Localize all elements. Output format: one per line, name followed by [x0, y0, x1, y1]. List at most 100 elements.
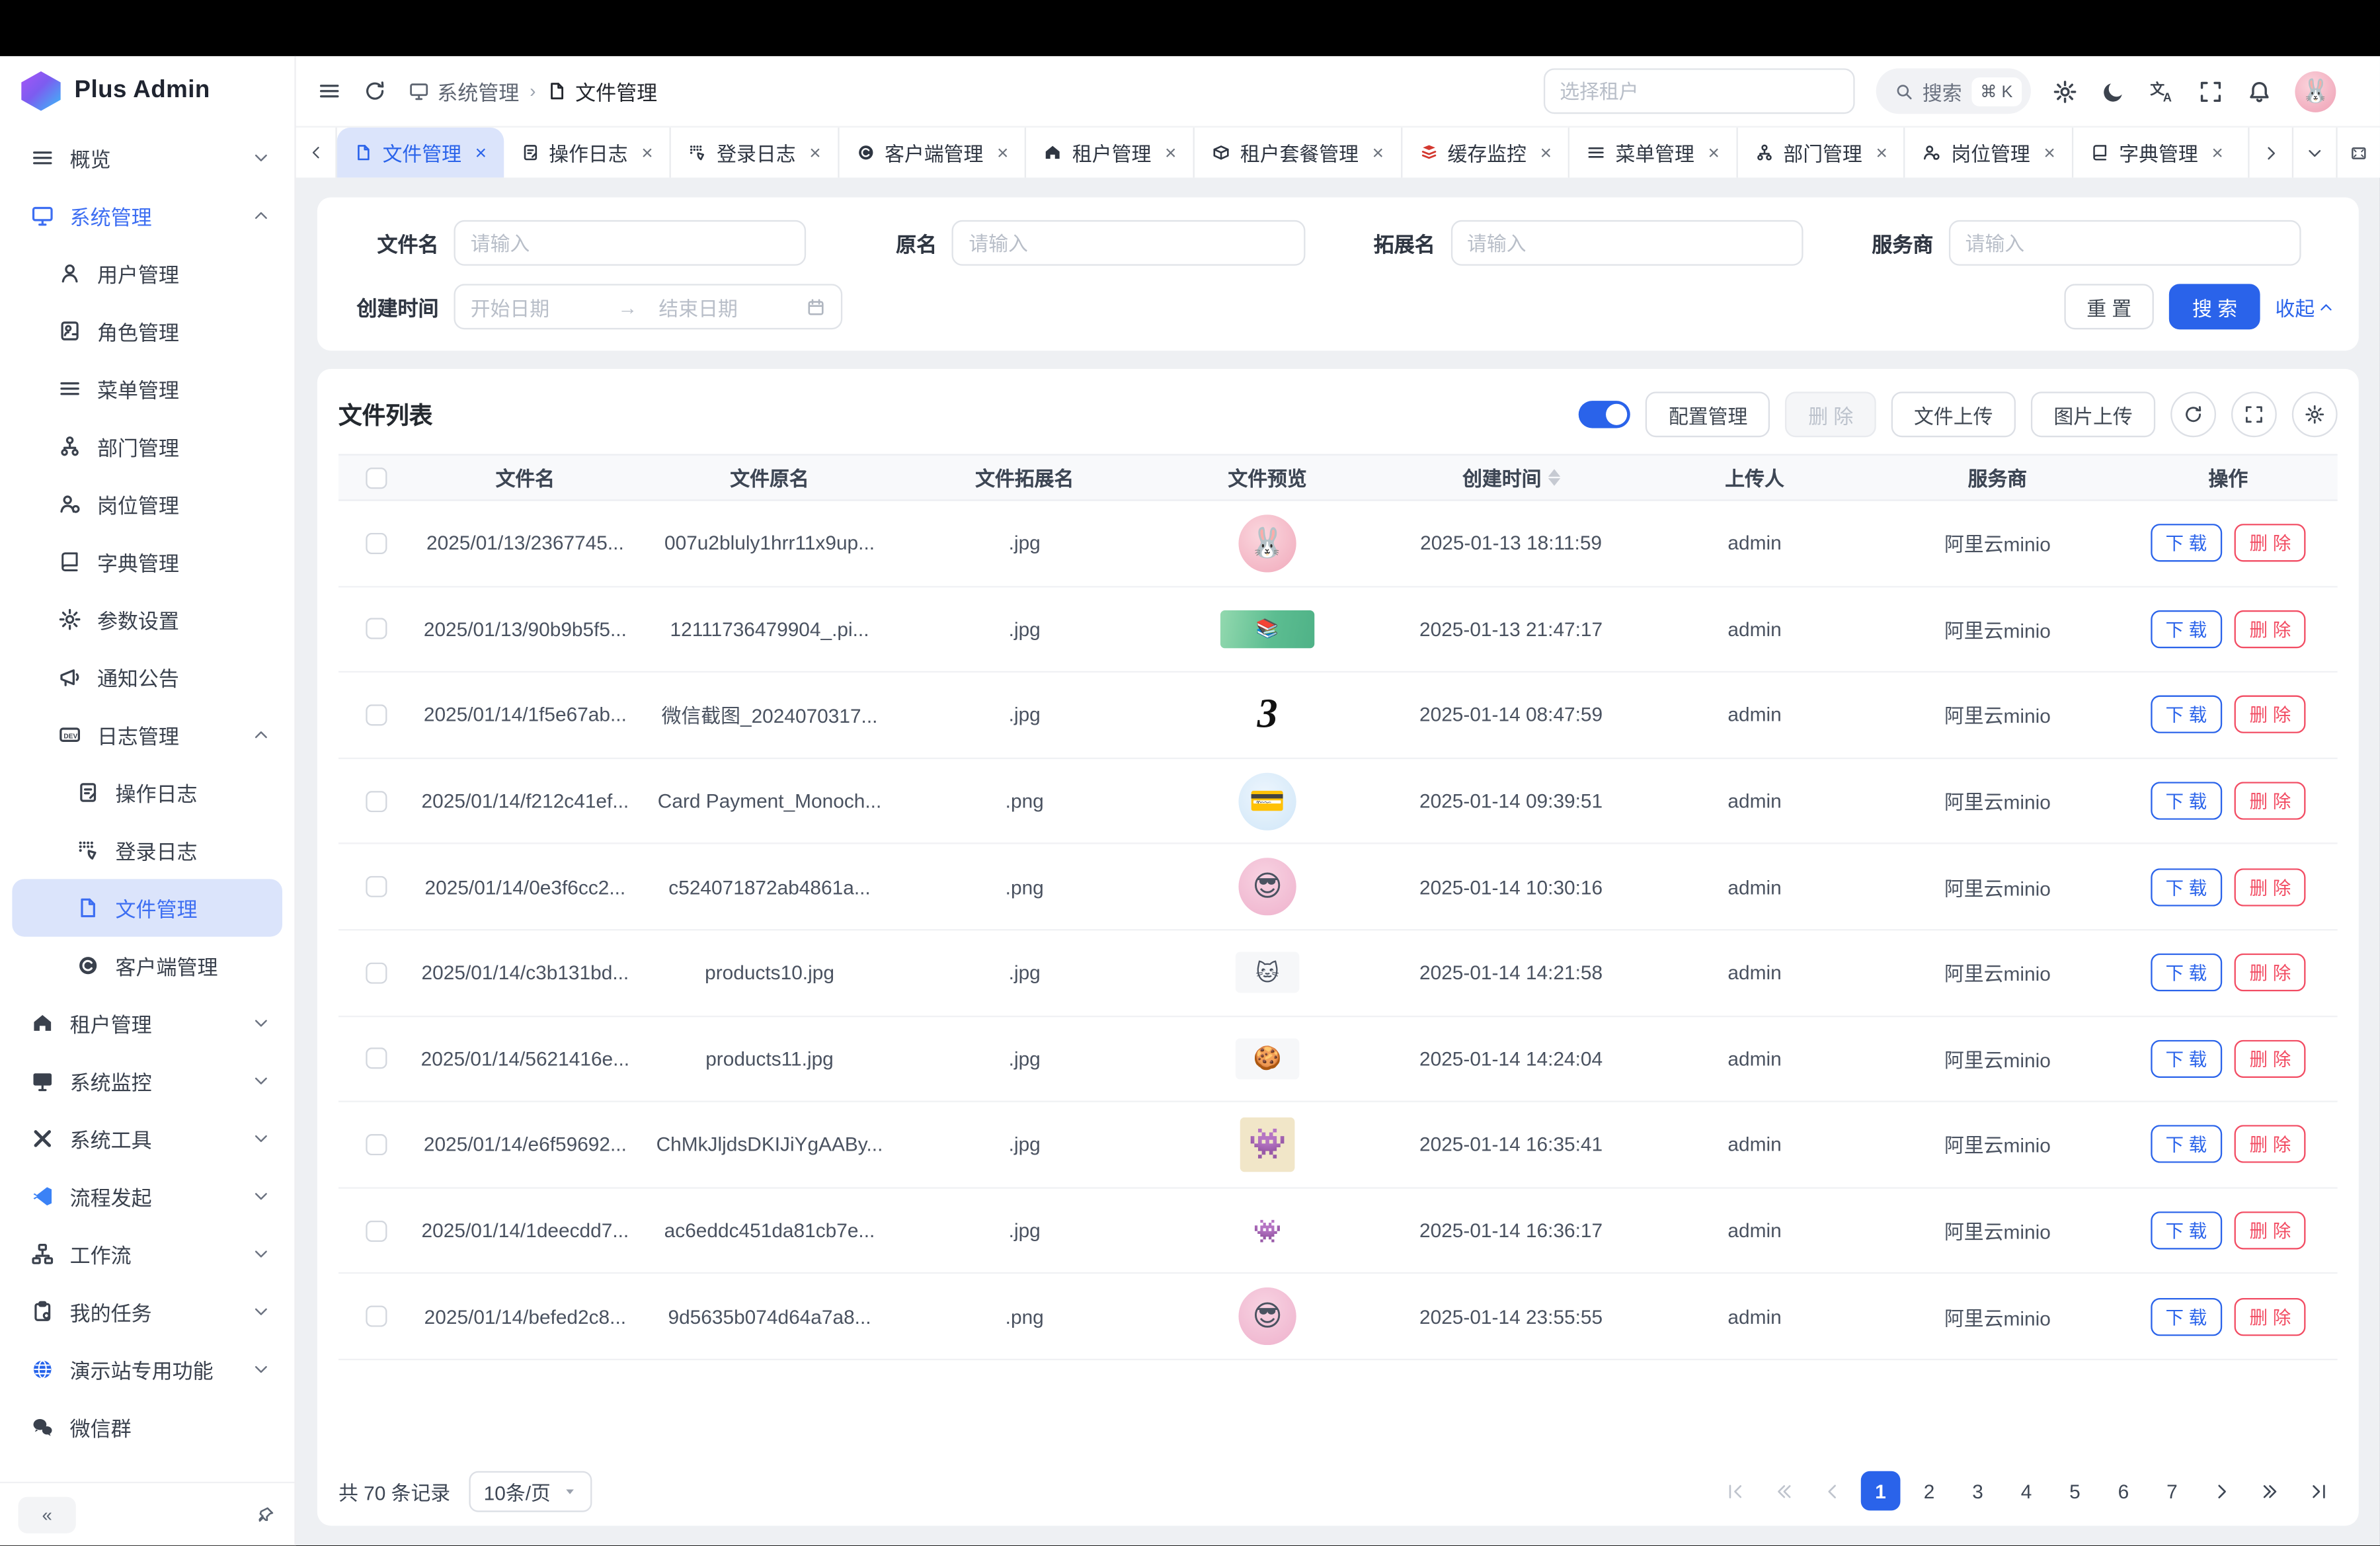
column-header-uploader[interactable]: 上传人 — [1633, 463, 1876, 492]
row-delete-button[interactable]: 删 除 — [2235, 954, 2307, 991]
download-button[interactable]: 下 载 — [2151, 610, 2223, 648]
row-delete-button[interactable]: 删 除 — [2235, 1039, 2307, 1077]
column-header-name[interactable]: 文件名 — [415, 463, 636, 492]
avatar[interactable]: 🐰 — [2295, 71, 2336, 112]
notification-bell-icon[interactable] — [2246, 78, 2272, 104]
sidebar-item-部门管理[interactable]: 部门管理 — [12, 417, 282, 475]
filter-input-服务商[interactable] — [1948, 220, 2301, 266]
sidebar-item-租户管理[interactable]: 租户管理 — [12, 995, 282, 1052]
last-page-button[interactable] — [2298, 1471, 2338, 1511]
file-preview-thumbnail[interactable]: 📚 — [1220, 610, 1314, 648]
sidebar-item-参数设置[interactable]: 参数设置 — [12, 590, 282, 648]
download-button[interactable]: 下 载 — [2151, 782, 2223, 820]
global-search-button[interactable]: 搜索 ⌘ K — [1876, 68, 2031, 114]
jump-back-button[interactable] — [1764, 1471, 1804, 1511]
select-all-checkbox[interactable] — [366, 467, 387, 488]
sidebar-item-演示站专用功能[interactable]: 演示站专用功能 — [12, 1340, 282, 1398]
sidebar-collapse-button[interactable]: « — [19, 1496, 76, 1533]
file-preview-thumbnail[interactable]: 👾 — [1236, 1210, 1299, 1251]
page-number-2[interactable]: 2 — [1909, 1471, 1949, 1511]
sidebar-item-日志管理[interactable]: DEV 日志管理 — [12, 706, 282, 764]
tab-缓存监控[interactable]: 缓存监控 × — [1402, 128, 1570, 178]
tabs-scroll-left-button[interactable] — [296, 128, 337, 178]
column-header-ext[interactable]: 文件拓展名 — [903, 463, 1146, 492]
file-preview-thumbnail[interactable]: 😎 — [1238, 1287, 1296, 1345]
tab-文件管理[interactable]: 文件管理 × — [337, 128, 504, 178]
column-header-provider[interactable]: 服务商 — [1876, 463, 2119, 492]
column-header-created[interactable]: 创建时间 — [1389, 463, 1634, 492]
file-preview-thumbnail[interactable]: 😎 — [1238, 858, 1296, 916]
sidebar-item-系统监控[interactable]: 系统监控 — [12, 1052, 282, 1110]
fullscreen-icon[interactable] — [2198, 78, 2223, 104]
tabs-maximize-button[interactable] — [2336, 128, 2380, 178]
row-checkbox[interactable] — [366, 704, 387, 725]
row-checkbox[interactable] — [366, 962, 387, 983]
download-button[interactable]: 下 载 — [2151, 1125, 2223, 1163]
page-size-select[interactable]: 10条/页 — [469, 1471, 592, 1512]
sidebar-item-岗位管理[interactable]: 岗位管理 — [12, 475, 282, 533]
sidebar-item-菜单管理[interactable]: 菜单管理 — [12, 360, 282, 417]
batch-delete-button[interactable]: 删 除 — [1786, 391, 1876, 437]
sidebar-item-通知公告[interactable]: 通知公告 — [12, 648, 282, 706]
breadcrumb-system[interactable]: 系统管理 — [409, 76, 520, 106]
file-preview-thumbnail[interactable]: 🐰 — [1238, 514, 1296, 572]
created-time-range-input[interactable]: 开始日期 → 结束日期 — [454, 284, 842, 329]
tab-租户管理[interactable]: 租户管理 × — [1027, 128, 1195, 178]
page-number-6[interactable]: 6 — [2104, 1471, 2143, 1511]
column-header-original[interactable]: 文件原名 — [636, 463, 903, 492]
refresh-icon[interactable] — [363, 79, 387, 103]
dark-mode-moon-icon[interactable] — [2101, 78, 2127, 104]
tab-close-icon[interactable]: × — [1708, 143, 1720, 163]
sidebar-item-微信群[interactable]: 微信群 — [12, 1399, 282, 1456]
reset-button[interactable]: 重 置 — [2064, 284, 2155, 329]
translate-icon[interactable]: 文A — [2149, 78, 2175, 104]
column-header-preview[interactable]: 文件预览 — [1146, 463, 1388, 492]
download-button[interactable]: 下 载 — [2151, 954, 2223, 991]
tab-close-icon[interactable]: × — [997, 143, 1008, 163]
tab-操作日志[interactable]: 操作日志 × — [503, 128, 671, 178]
sidebar-item-工作流[interactable]: 工作流 — [12, 1225, 282, 1283]
page-number-7[interactable]: 7 — [2153, 1471, 2192, 1511]
row-delete-button[interactable]: 删 除 — [2235, 1211, 2307, 1249]
tabs-scroll-right-button[interactable] — [2248, 128, 2292, 178]
page-number-3[interactable]: 3 — [1958, 1471, 1998, 1511]
pin-icon[interactable] — [255, 1504, 276, 1526]
sidebar-item-角色管理[interactable]: 角色管理 — [12, 302, 282, 360]
row-delete-button[interactable]: 删 除 — [2235, 868, 2307, 906]
row-checkbox[interactable] — [366, 1048, 387, 1069]
row-delete-button[interactable]: 删 除 — [2235, 1125, 2307, 1163]
row-checkbox[interactable] — [366, 532, 387, 553]
prev-page-button[interactable] — [1812, 1471, 1852, 1511]
gear-icon[interactable] — [2052, 78, 2078, 104]
jump-forward-button[interactable] — [2250, 1471, 2289, 1511]
sidebar-item-用户管理[interactable]: 用户管理 — [12, 245, 282, 302]
tab-close-icon[interactable]: × — [475, 143, 487, 163]
sidebar-item-操作日志[interactable]: 操作日志 — [12, 764, 282, 821]
file-preview-thumbnail[interactable]: 🐱 — [1236, 952, 1299, 993]
hamburger-menu-icon[interactable] — [317, 79, 342, 103]
collapse-filters-link[interactable]: 收起 — [2276, 292, 2335, 321]
filter-input-拓展名[interactable] — [1450, 220, 1803, 266]
row-delete-button[interactable]: 删 除 — [2235, 524, 2307, 562]
row-checkbox[interactable] — [366, 1220, 387, 1241]
file-upload-button[interactable]: 文件上传 — [1891, 391, 2016, 437]
row-checkbox[interactable] — [366, 618, 387, 639]
breadcrumb-file-manage[interactable]: 文件管理 — [547, 76, 658, 106]
file-preview-thumbnail[interactable]: 3 — [1257, 692, 1278, 739]
row-delete-button[interactable]: 删 除 — [2235, 610, 2307, 648]
config-manage-button[interactable]: 配置管理 — [1646, 391, 1770, 437]
page-number-5[interactable]: 5 — [2055, 1471, 2095, 1511]
sidebar-item-文件管理[interactable]: 文件管理 — [12, 879, 282, 936]
tab-close-icon[interactable]: × — [1165, 143, 1176, 163]
row-checkbox[interactable] — [366, 876, 387, 897]
file-preview-thumbnail[interactable]: 👾 — [1240, 1118, 1295, 1172]
page-number-4[interactable]: 4 — [2006, 1471, 2046, 1511]
row-delete-button[interactable]: 删 除 — [2235, 782, 2307, 820]
tab-close-icon[interactable]: × — [2043, 143, 2055, 163]
file-preview-thumbnail[interactable]: 🍪 — [1236, 1038, 1299, 1079]
sidebar-item-概览[interactable]: 概览 — [12, 129, 282, 186]
sidebar-item-我的任务[interactable]: 我的任务 — [12, 1283, 282, 1340]
row-checkbox[interactable] — [366, 790, 387, 811]
row-checkbox[interactable] — [366, 1306, 387, 1327]
download-button[interactable]: 下 载 — [2151, 1297, 2223, 1335]
